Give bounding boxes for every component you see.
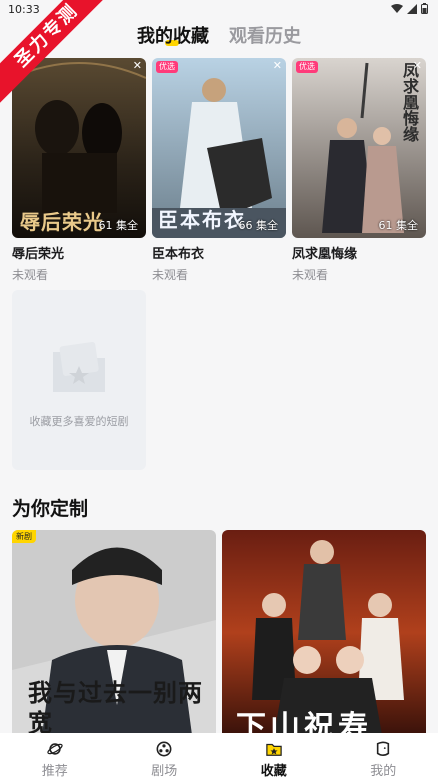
episode-count: 61 集全 xyxy=(378,219,419,232)
watch-status: 未观看 xyxy=(152,268,189,282)
star-folder-icon xyxy=(266,743,282,756)
watch-status: 未观看 xyxy=(292,268,329,282)
poster-title-art: 凤求凰悔缘 xyxy=(400,62,419,142)
premium-badge: 优选 xyxy=(156,61,178,73)
nav-favorites[interactable]: 收藏 xyxy=(219,733,329,779)
nav-label: 收藏 xyxy=(260,764,287,779)
poster-title-art: 下山祝寿 xyxy=(236,710,372,735)
tab-history[interactable]: 观看历史 xyxy=(229,20,301,50)
poster-title-art: 我与过去一别两宽 xyxy=(28,679,203,735)
status-icons xyxy=(391,3,428,14)
favorite-title: 臣本布衣 xyxy=(152,247,205,262)
remove-icon[interactable]: ✕ xyxy=(273,59,282,72)
new-badge: 新剧 xyxy=(12,530,36,543)
nav-profile[interactable]: 我的 xyxy=(329,733,438,779)
nav-label: 剧场 xyxy=(151,764,178,779)
remove-icon[interactable]: ✕ xyxy=(413,59,422,72)
episode-count: 61 集全 xyxy=(98,219,139,232)
status-time: 10:33 xyxy=(8,3,40,16)
poster-title-art: 臣本布衣 xyxy=(158,208,246,232)
battery-icon xyxy=(421,3,428,14)
favorite-poster[interactable]: 臣本布衣 优选 66 集全 ✕ xyxy=(152,58,286,238)
tab-history-label: 观看历史 xyxy=(229,26,301,47)
empty-folder-icon xyxy=(53,342,105,392)
favorite-poster[interactable]: 凤求凰悔缘 优选 61 集全 ✕ xyxy=(292,58,426,238)
section-title: 为你定制 xyxy=(12,498,89,520)
favorite-card[interactable]: 凤求凰悔缘 优选 61 集全 ✕ 凤求凰悔缘 未观看 xyxy=(292,58,426,283)
bottom-nav: 推荐 剧场 收藏 我的 xyxy=(0,733,438,779)
wifi-icon xyxy=(391,3,403,13)
nav-label: 我的 xyxy=(370,764,397,779)
favorite-title: 凤求凰悔缘 xyxy=(292,247,358,262)
signal-icon xyxy=(407,3,417,14)
favorite-poster[interactable]: 辱后荣光 61 集全 ✕ xyxy=(12,58,146,238)
episode-count: 66 集全 xyxy=(238,219,279,232)
recommendation-card[interactable]: 我与过去一别两宽 新剧 xyxy=(12,530,216,735)
nav-label: 推荐 xyxy=(41,764,68,779)
favorite-card[interactable]: 辱后荣光 61 集全 ✕ 辱后荣光 未观看 xyxy=(12,58,146,283)
planet-icon xyxy=(47,743,63,755)
tab-favorites[interactable]: 我的收藏 xyxy=(137,20,209,50)
film-reel-icon xyxy=(156,741,172,757)
premium-badge: 优选 xyxy=(296,61,318,73)
recommendation-card[interactable]: 下山祝寿 xyxy=(222,530,426,735)
empty-hint: 收藏更多喜爱的短剧 xyxy=(29,415,129,428)
nav-theater[interactable]: 剧场 xyxy=(110,733,220,779)
poster-title-art: 辱后荣光 xyxy=(20,210,104,234)
remove-icon[interactable]: ✕ xyxy=(133,59,142,72)
tab-favorites-label: 我的收藏 xyxy=(137,26,209,47)
favorite-title: 辱后荣光 xyxy=(12,247,65,262)
nav-recommend[interactable]: 推荐 xyxy=(0,733,110,779)
favorite-card[interactable]: 臣本布衣 优选 66 集全 ✕ 臣本布衣 未观看 xyxy=(152,58,286,283)
profile-icon xyxy=(377,741,390,757)
add-favorite-placeholder[interactable]: 收藏更多喜爱的短剧 xyxy=(12,290,146,470)
watch-status: 未观看 xyxy=(12,268,49,282)
